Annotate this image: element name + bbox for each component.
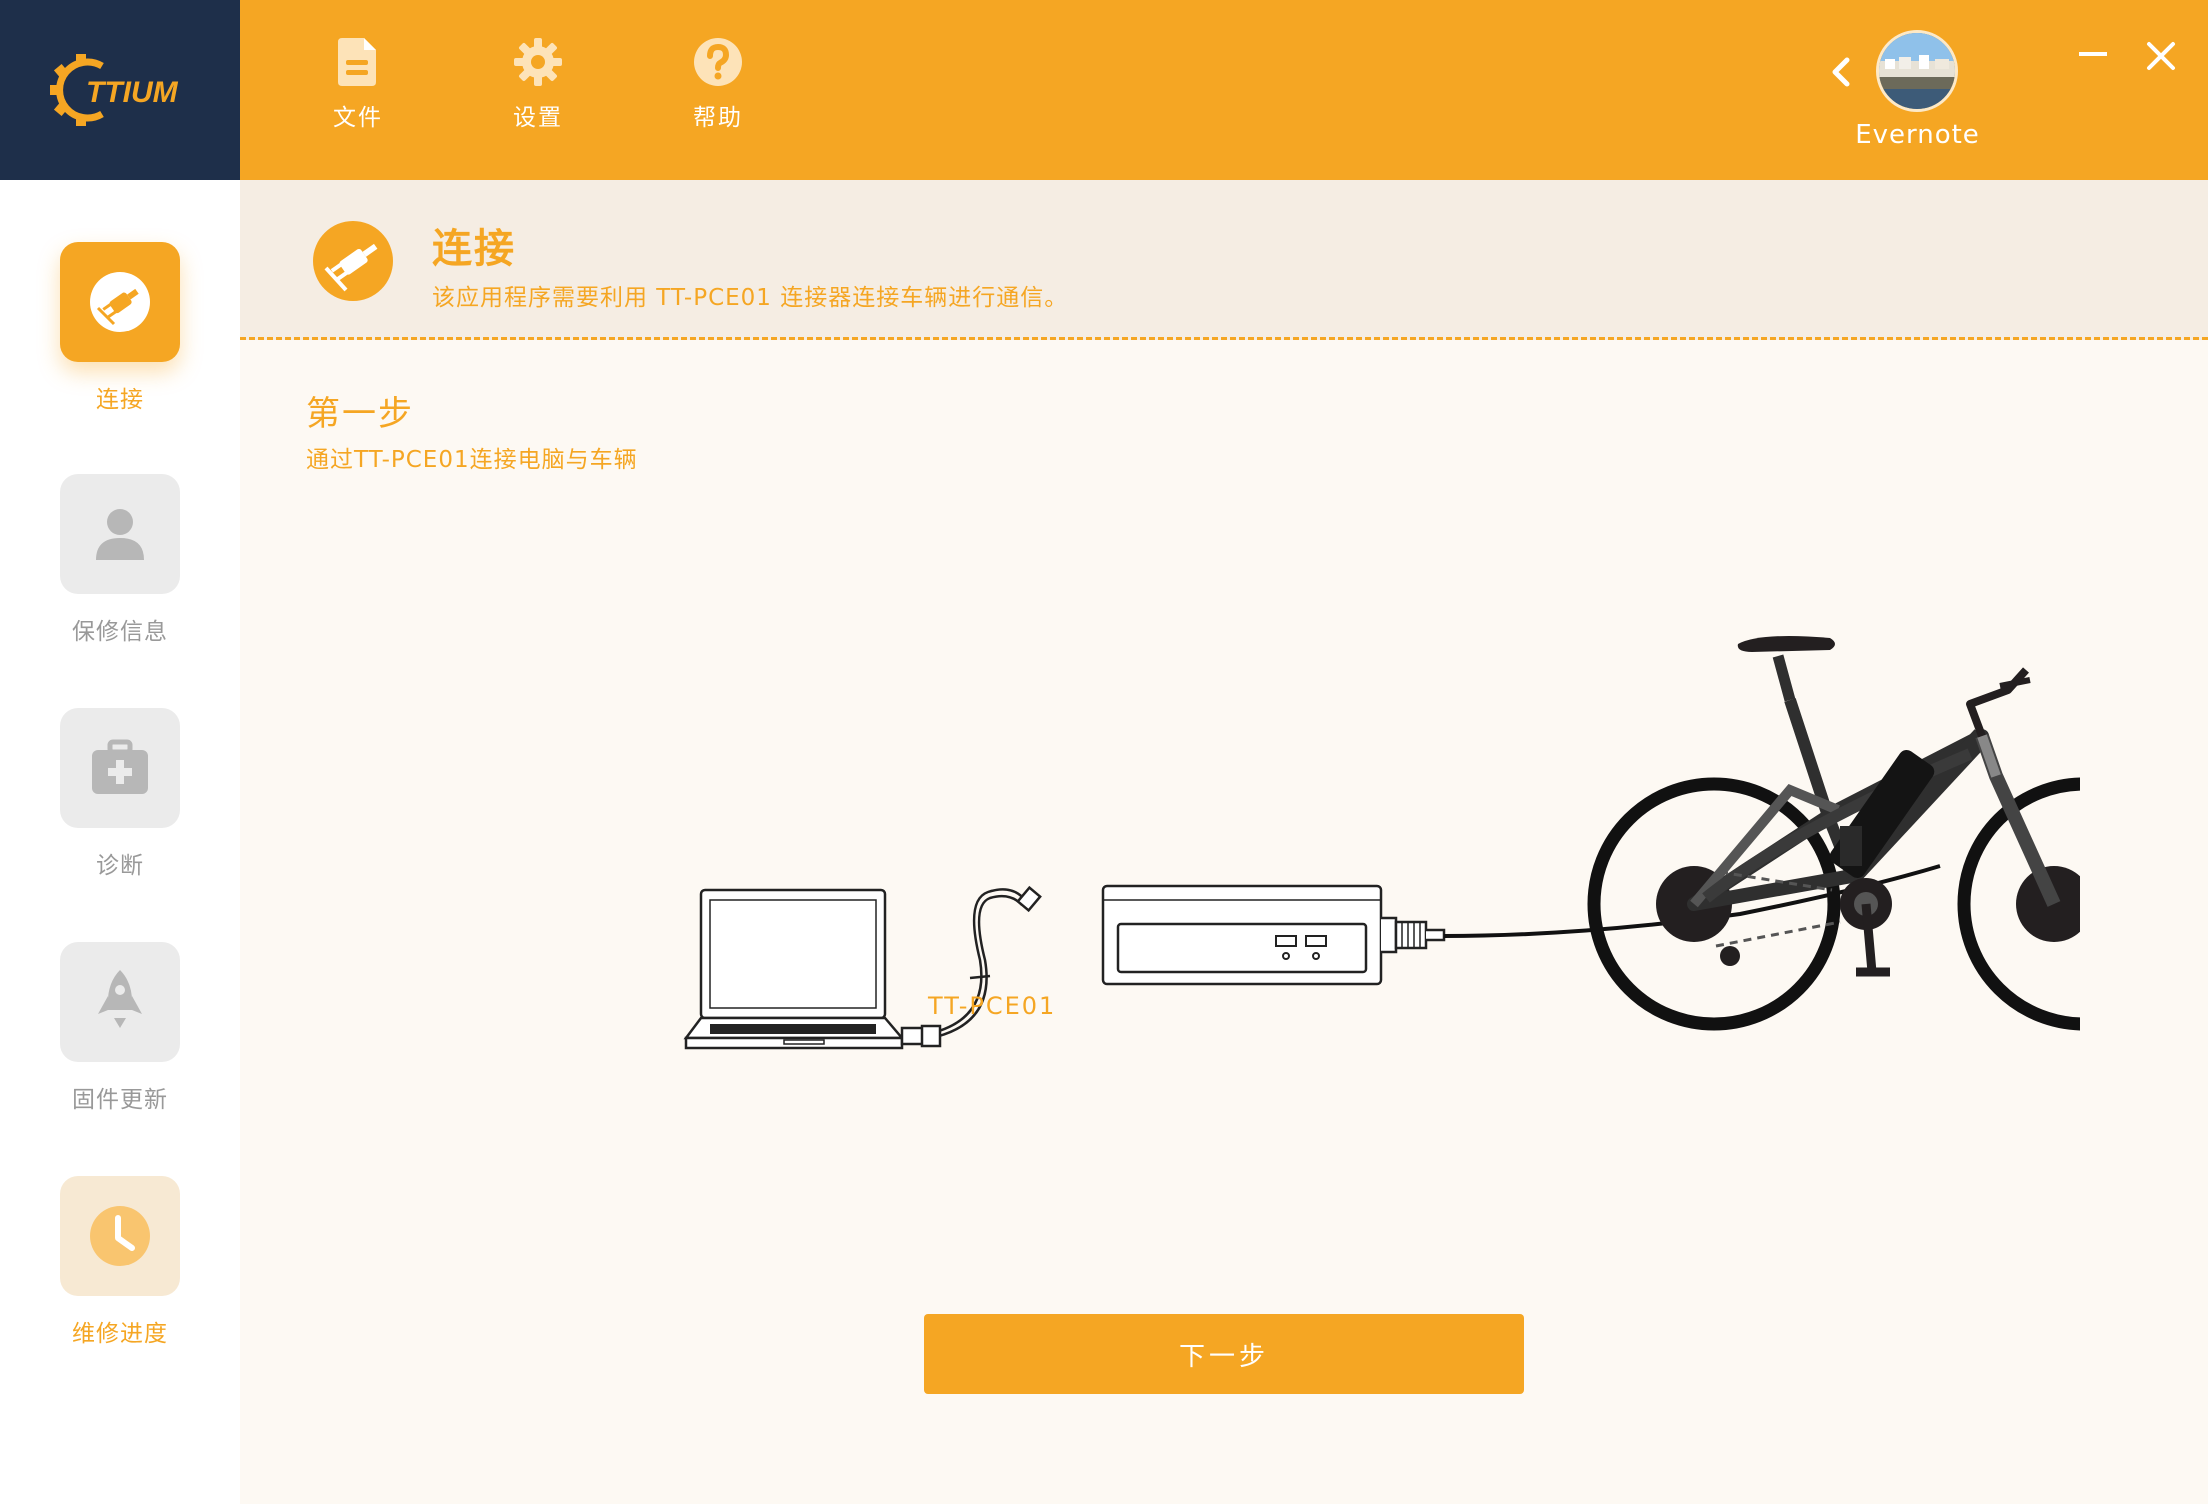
clock-icon [90, 1206, 150, 1266]
plug-icon [313, 221, 393, 301]
usb-cable-icon [900, 885, 1042, 1048]
ttium-logo-icon: TTIUM [50, 54, 179, 126]
device-label: TT-PCE01 [928, 992, 1057, 1020]
user-icon [96, 509, 144, 560]
rocket-icon [98, 970, 142, 1028]
user-name: Evernote [1855, 120, 1980, 150]
step-subtitle: 通过TT-PCE01连接电脑与车辆 [306, 447, 638, 473]
ebike-icon [1587, 636, 2080, 1031]
file-button[interactable]: 文件 [308, 36, 408, 136]
file-icon [338, 38, 376, 86]
next-step-button[interactable]: 下一步 [924, 1314, 1524, 1394]
sidebar-item-repair-progress[interactable]: 维修进度 [0, 1176, 240, 1348]
laptop-icon [683, 888, 905, 1050]
plug-icon [90, 272, 150, 332]
sidebar-item-connect[interactable]: 连接 [0, 242, 240, 414]
medkit-icon [92, 739, 148, 794]
page-title: 连接 [432, 226, 516, 272]
sidebar-tile-repair-progress [60, 1176, 180, 1296]
sidebar-tile-warranty [60, 474, 180, 594]
settings-label: 设置 [513, 105, 563, 131]
top-toolbar: 文件 设置 帮助 Evernote [240, 0, 2208, 180]
connection-diagram [683, 636, 2080, 1050]
sidebar-tile-diagnosis [60, 708, 180, 828]
help-label: 帮助 [693, 105, 743, 131]
avatar[interactable] [1876, 30, 1958, 112]
sidebar-tile-firmware [60, 942, 180, 1062]
sidebar: 连接 保修信息 诊断 固件更新 维修进度 [0, 180, 240, 1504]
avatar-photo-icon [1879, 33, 1955, 109]
section-header: 连接 该应用程序需要利用 TT-PCE01 连接器连接车辆进行通信。 [240, 180, 2208, 340]
sidebar-item-label: 连接 [96, 387, 144, 413]
settings-button[interactable]: 设置 [488, 36, 588, 136]
sidebar-item-warranty[interactable]: 保修信息 [0, 474, 240, 646]
chevron-left-icon[interactable] [1825, 54, 1861, 90]
close-icon[interactable] [2143, 38, 2179, 74]
step-title: 第一步 [306, 394, 414, 434]
connector-device-icon [1101, 884, 1446, 986]
help-icon [694, 38, 742, 86]
svg-text:TTIUM: TTIUM [86, 76, 179, 109]
main-content: 连接 该应用程序需要利用 TT-PCE01 连接器连接车辆进行通信。 第一步 通… [240, 180, 2208, 1504]
sidebar-item-diagnosis[interactable]: 诊断 [0, 708, 240, 880]
gear-icon [514, 38, 562, 86]
sidebar-item-label: 保修信息 [72, 619, 168, 645]
sidebar-item-label: 固件更新 [72, 1087, 168, 1113]
sidebar-tile-connect [60, 242, 180, 362]
sidebar-item-firmware[interactable]: 固件更新 [0, 942, 240, 1114]
help-button[interactable]: 帮助 [668, 36, 768, 136]
sidebar-item-label: 诊断 [96, 853, 144, 879]
minimize-icon[interactable] [2075, 38, 2115, 68]
sidebar-item-label: 维修进度 [72, 1321, 168, 1347]
app-window: TTIUM 文件 设置 帮助 Evernote 连接 保修信息 诊断 固件更新 … [0, 0, 2208, 1504]
page-subtitle: 该应用程序需要利用 TT-PCE01 连接器连接车辆进行通信。 [432, 285, 1069, 311]
app-logo: TTIUM [0, 0, 240, 180]
file-label: 文件 [333, 105, 383, 131]
